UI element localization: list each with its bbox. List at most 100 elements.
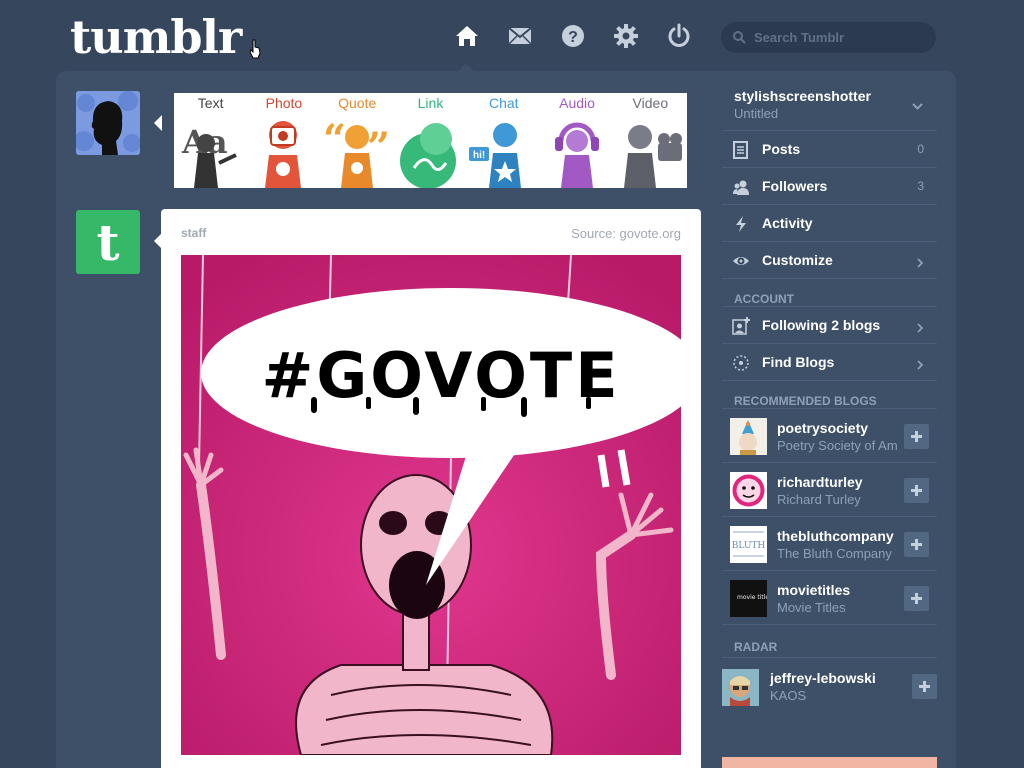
recommended-blog[interactable]: BLUTH thebluthcompany The Bluth Company bbox=[722, 516, 937, 570]
sidebar-item-label: Posts bbox=[762, 141, 801, 157]
movie-thumb-text: movie titles bbox=[737, 594, 767, 601]
post-type-link[interactable]: Link bbox=[394, 93, 467, 189]
hand-cursor-icon bbox=[249, 39, 261, 59]
plus-icon bbox=[911, 431, 922, 442]
follow-blog-button[interactable] bbox=[904, 532, 929, 557]
post-type-label: Link bbox=[417, 95, 444, 111]
svg-text:”: ” bbox=[367, 124, 390, 171]
tumblr-logo[interactable]: tumblr bbox=[70, 10, 242, 64]
plus-icon bbox=[911, 593, 922, 604]
blog-thumbnail[interactable] bbox=[730, 418, 767, 455]
sidebar-item-posts[interactable]: Posts 0 bbox=[722, 130, 937, 167]
svg-text:?: ? bbox=[568, 29, 578, 46]
post-type-text[interactable]: Text Aa bbox=[174, 93, 247, 188]
followers-icon bbox=[732, 178, 750, 196]
sidebar-item-activity[interactable]: Activity bbox=[722, 204, 937, 241]
bluth-thumb-text: BLUTH bbox=[732, 541, 766, 551]
sidebar-item-label: Customize bbox=[762, 252, 833, 268]
home-icon[interactable] bbox=[453, 22, 481, 50]
blog-name[interactable]: poetrysociety bbox=[777, 420, 868, 436]
text-post-icon: Aa bbox=[174, 113, 247, 188]
sidebar-item-label: Activity bbox=[762, 215, 813, 231]
blog-description: Poetry Society of Am bbox=[777, 438, 898, 453]
sidebar-item-count: 0 bbox=[917, 142, 924, 156]
plus-icon bbox=[919, 681, 930, 692]
chevron-right-icon bbox=[917, 357, 924, 375]
post-type-video[interactable]: Video bbox=[614, 93, 687, 188]
post-type-bar: Text Aa Photo Quote“” Link Chat hi! Audio Video bbox=[174, 93, 687, 189]
recommended-title: RECOMMENDED BLOGS bbox=[734, 394, 877, 408]
post-type-quote[interactable]: Quote “” bbox=[321, 93, 394, 188]
sidebar-item-followers[interactable]: Followers 3 bbox=[722, 167, 937, 204]
sidebar-item-label: Followers bbox=[762, 178, 828, 194]
follow-blog-button[interactable] bbox=[904, 586, 929, 611]
radar-item[interactable]: jeffrey-lebowski KAOS bbox=[722, 657, 937, 709]
posts-icon bbox=[732, 141, 750, 159]
avatar-pointer bbox=[154, 115, 162, 131]
recommended-blog[interactable]: movie titles movietitles Movie Titles bbox=[722, 570, 937, 624]
svg-text:hi!: hi! bbox=[473, 150, 485, 161]
post-type-label: Text bbox=[197, 95, 224, 111]
blog-name[interactable]: movietitles bbox=[777, 582, 850, 598]
post-card: staff Source: govote.org #GOVOTE bbox=[161, 209, 701, 768]
blog-description: The Bluth Company bbox=[777, 546, 892, 561]
post-type-photo[interactable]: Photo bbox=[247, 93, 320, 188]
follow-blog-button[interactable] bbox=[904, 478, 929, 503]
search-icon bbox=[733, 31, 746, 44]
sidebar: stylishscreenshotter Untitled Posts 0 Foll… bbox=[722, 80, 937, 709]
post-type-label: Chat bbox=[488, 95, 519, 111]
chat-post-icon: hi! bbox=[467, 113, 540, 188]
following-icon bbox=[732, 317, 750, 335]
sidebar-item-customize[interactable]: Customize bbox=[722, 241, 937, 278]
gear-icon[interactable] bbox=[612, 22, 640, 50]
post-author[interactable]: staff bbox=[181, 226, 206, 240]
post-type-label: Photo bbox=[265, 95, 303, 111]
post-type-audio[interactable]: Audio bbox=[540, 93, 613, 188]
help-icon[interactable]: ? bbox=[559, 22, 587, 50]
mail-icon[interactable] bbox=[506, 22, 534, 50]
radar-name[interactable]: jeffrey-lebowski bbox=[770, 670, 876, 686]
sidebar-item-count: 3 bbox=[917, 179, 924, 193]
photo-post-icon bbox=[247, 113, 320, 188]
audio-post-icon bbox=[540, 113, 613, 188]
follow-radar-button[interactable] bbox=[912, 674, 937, 699]
follow-blog-button[interactable] bbox=[904, 424, 929, 449]
blog-header[interactable]: stylishscreenshotter Untitled bbox=[722, 80, 937, 130]
blog-name[interactable]: richardturley bbox=[777, 474, 863, 490]
blog-description: Movie Titles bbox=[777, 600, 846, 615]
blog-description: Richard Turley bbox=[777, 492, 861, 507]
radar-post-preview[interactable] bbox=[722, 757, 937, 768]
blog-thumbnail[interactable] bbox=[730, 472, 767, 509]
eye-icon bbox=[732, 252, 750, 270]
recommended-blog[interactable]: richardturley Richard Turley bbox=[722, 462, 937, 516]
post-type-chat[interactable]: Chat hi! bbox=[467, 93, 540, 188]
video-post-icon bbox=[614, 113, 687, 188]
blog-name[interactable]: stylishscreenshotter bbox=[734, 88, 871, 104]
sidebar-item-label: Following 2 blogs bbox=[762, 317, 881, 333]
activity-icon bbox=[732, 215, 750, 233]
chevron-down-icon[interactable] bbox=[912, 103, 923, 110]
post-image[interactable]: #GOVOTE bbox=[181, 255, 681, 755]
sidebar-item-find-blogs[interactable]: Find Blogs bbox=[722, 343, 937, 380]
post-source[interactable]: Source: govote.org bbox=[571, 226, 681, 241]
recommended-blog[interactable]: poetrysociety Poetry Society of Am bbox=[722, 408, 937, 462]
find-blogs-icon bbox=[732, 354, 750, 372]
chevron-right-icon bbox=[917, 320, 924, 338]
staff-avatar[interactable]: t bbox=[76, 210, 140, 274]
account-title: ACCOUNT bbox=[734, 292, 794, 306]
search-input[interactable] bbox=[754, 30, 924, 45]
radar-thumb[interactable] bbox=[722, 669, 759, 706]
post-type-label: Quote bbox=[338, 95, 377, 111]
blog-title: Untitled bbox=[734, 106, 779, 121]
plus-icon bbox=[911, 539, 922, 550]
blog-thumbnail[interactable]: movie titles bbox=[730, 580, 767, 617]
blog-thumbnail[interactable]: BLUTH bbox=[730, 526, 767, 563]
blog-name[interactable]: thebluthcompany bbox=[777, 528, 894, 544]
power-icon[interactable] bbox=[665, 22, 693, 50]
search-box[interactable] bbox=[721, 22, 936, 53]
user-avatar[interactable] bbox=[76, 91, 140, 155]
link-post-icon bbox=[394, 113, 467, 189]
chevron-right-icon bbox=[917, 255, 924, 273]
sidebar-item-following-2-blogs[interactable]: Following 2 blogs bbox=[722, 306, 937, 343]
post-type-label: Audio bbox=[559, 95, 595, 111]
